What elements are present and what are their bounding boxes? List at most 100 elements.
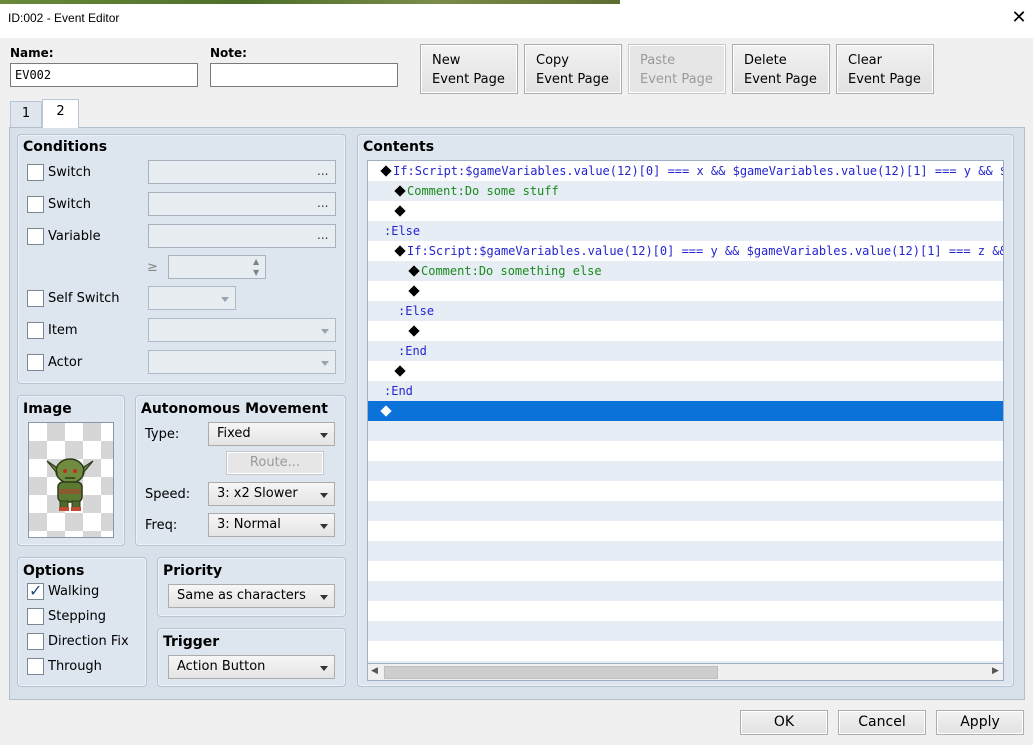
switch1-checkbox[interactable] [27, 164, 44, 181]
switch1-label: Switch [48, 165, 91, 180]
stepping-checkbox[interactable] [27, 608, 44, 625]
diamond-icon [380, 405, 392, 417]
freq-select[interactable]: 3: Normal [208, 513, 335, 537]
image-preview[interactable] [28, 422, 114, 538]
spin-up-icon[interactable]: ▲ [253, 257, 259, 266]
spin-down-icon[interactable]: ▼ [253, 268, 259, 277]
note-field[interactable] [210, 63, 398, 87]
switch2-field[interactable] [148, 192, 336, 216]
command-type: Script [414, 164, 459, 178]
type-select[interactable]: Fixed [208, 422, 335, 446]
command-keyword: Comment [407, 184, 458, 198]
switch2-checkbox[interactable] [27, 196, 44, 213]
delete-event-page-button[interactable]: Delete Event Page [732, 44, 830, 94]
item-select[interactable] [148, 318, 336, 342]
image-title: Image [23, 401, 72, 417]
command-separator: : [407, 164, 415, 178]
trigger-select[interactable]: Action Button [168, 655, 335, 679]
list-item[interactable]: :Else [368, 301, 1003, 321]
list-item[interactable]: If:Script:$gameVariables.value(12)[0] ==… [368, 241, 1003, 261]
actor-label: Actor [48, 355, 83, 370]
type-value: Fixed [217, 426, 251, 441]
item-checkbox[interactable] [27, 322, 44, 339]
variable-checkbox[interactable] [27, 228, 44, 245]
switch1-field[interactable] [148, 160, 336, 184]
list-item[interactable]: Comment:Do something else [368, 261, 1003, 281]
command-separator: : [421, 244, 429, 258]
item-label: Item [48, 323, 78, 338]
list-item[interactable] [368, 321, 1003, 341]
empty-row[interactable] [368, 521, 1003, 541]
window-title: ID:002 - Event Editor [8, 11, 120, 25]
switch1-dots: ... [317, 164, 329, 178]
variable-dots: ... [317, 228, 329, 242]
stepping-label: Stepping [48, 609, 106, 624]
walking-label: Walking [48, 584, 100, 599]
through-checkbox[interactable] [27, 658, 44, 675]
empty-row[interactable] [368, 621, 1003, 641]
empty-row[interactable] [368, 481, 1003, 501]
empty-row[interactable] [368, 561, 1003, 581]
close-icon[interactable]: ✕ [1008, 7, 1030, 29]
priority-select[interactable]: Same as characters [168, 584, 335, 608]
empty-row[interactable] [368, 641, 1003, 661]
diamond-icon [394, 245, 406, 257]
paste-event-page-button[interactable]: Paste Event Page [628, 44, 726, 94]
diamond-icon [408, 285, 420, 297]
list-item[interactable]: If:Script:$gameVariables.value(12)[0] ==… [368, 161, 1004, 181]
list-item[interactable] [368, 201, 1003, 221]
route-button[interactable]: Route... [226, 451, 324, 475]
name-label: Name: [10, 46, 54, 60]
scrollbar-thumb[interactable] [384, 666, 718, 679]
empty-row[interactable] [368, 441, 1003, 461]
button-line: Paste [640, 53, 676, 68]
button-line: Event Page [640, 72, 713, 87]
empty-row[interactable] [368, 421, 1003, 441]
new-event-page-button[interactable]: New Event Page [420, 44, 518, 94]
walking-checkbox[interactable] [27, 581, 44, 600]
empty-row[interactable] [368, 601, 1003, 621]
list-item[interactable]: Comment:Do some stuff [368, 181, 1003, 201]
command-type: Script [428, 244, 473, 258]
diamond-icon [394, 365, 406, 377]
clear-event-page-button[interactable]: Clear Event Page [836, 44, 934, 94]
tab-page-2[interactable]: 2 [42, 99, 79, 128]
cancel-button[interactable]: Cancel [838, 710, 926, 735]
button-line: Event Page [744, 72, 817, 87]
event-command-list[interactable]: If:Script:$gameVariables.value(12)[0] ==… [367, 160, 1004, 664]
variable-value-spinner[interactable] [168, 255, 266, 279]
ok-button[interactable]: OK [740, 710, 828, 735]
diamond-icon [408, 325, 420, 337]
list-item[interactable]: :Else [368, 221, 1003, 241]
list-item[interactable]: :End [368, 381, 1003, 401]
button-line: Copy [536, 53, 569, 68]
diamond-icon [380, 165, 392, 177]
scroll-left-icon[interactable]: ◀ [371, 666, 378, 676]
scroll-right-icon[interactable]: ▶ [992, 666, 999, 676]
empty-row[interactable] [368, 461, 1003, 481]
empty-row[interactable] [368, 541, 1003, 561]
list-item[interactable] [368, 281, 1003, 301]
trigger-title: Trigger [163, 634, 220, 650]
self-switch-checkbox[interactable] [27, 290, 44, 307]
empty-row[interactable] [368, 581, 1003, 601]
name-field[interactable]: EV002 [10, 63, 198, 87]
button-line: New [432, 53, 461, 68]
empty-row[interactable] [368, 501, 1003, 521]
list-item[interactable]: :End [368, 341, 1003, 361]
chevron-down-icon [320, 493, 328, 498]
command-keyword: End [405, 344, 427, 358]
list-item[interactable] [368, 361, 1003, 381]
actor-checkbox[interactable] [27, 354, 44, 371]
direction-fix-checkbox[interactable] [27, 633, 44, 650]
priority-title: Priority [163, 563, 223, 579]
actor-select[interactable] [148, 350, 336, 374]
apply-button[interactable]: Apply [936, 710, 1024, 735]
list-item-selected[interactable] [368, 401, 1003, 421]
speed-select[interactable]: 3: x2 Slower [208, 482, 335, 506]
copy-event-page-button[interactable]: Copy Event Page [524, 44, 622, 94]
diamond-icon [394, 205, 406, 217]
variable-field[interactable] [148, 224, 336, 248]
tab-page-1[interactable]: 1 [10, 101, 42, 127]
command-text: $gameVariables.value(12)[0] === x && $ga… [465, 164, 1004, 178]
